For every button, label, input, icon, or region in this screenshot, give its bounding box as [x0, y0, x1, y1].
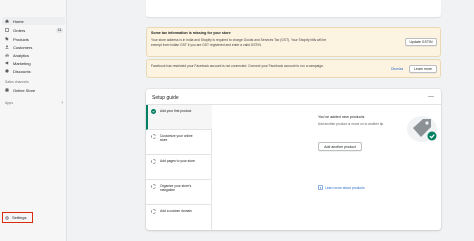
sidebar-item-label: Home — [13, 18, 24, 24]
tag-icon — [5, 37, 9, 41]
sidebar-item-label: Analytics — [13, 52, 30, 58]
facebook-banner: Facebook has restricted your Facebook ac… — [146, 59, 441, 78]
top-card — [146, 0, 441, 17]
sidebar-item-products[interactable]: Products — [2, 35, 65, 43]
panel-title: You've added new products — [318, 115, 365, 119]
sidebar-item-label: Online Store — [13, 87, 36, 93]
sidebar-item-settings[interactable]: Settings — [2, 212, 33, 223]
empty-circle-icon — [151, 159, 156, 164]
home-icon — [5, 19, 9, 23]
sidebar-item-analytics[interactable]: Analytics — [2, 51, 65, 59]
tax-banner-title: Some tax information is missing for your… — [151, 31, 231, 35]
check-circle-icon — [151, 109, 156, 114]
step-label: Customize your online store — [160, 134, 193, 143]
empty-circle-icon — [151, 184, 156, 189]
sidebar-item-label: Settings — [12, 215, 27, 220]
tax-info-banner: Some tax information is missing for your… — [146, 27, 441, 57]
facebook-banner-text: Facebook has restricted your Facebook ac… — [151, 64, 324, 68]
sidebar-item-label: Marketing — [13, 60, 31, 66]
sidebar-item-customers[interactable]: Customers — [2, 43, 65, 51]
step-organize-navigation[interactable]: Organize your store's navigation — [146, 180, 212, 205]
sidebar-item-online-store[interactable]: Online Store — [2, 86, 65, 94]
apps-label: Apps — [5, 101, 13, 105]
marketing-icon — [5, 61, 9, 65]
learn-more-button[interactable]: Learn more — [409, 65, 437, 73]
panel-text: Add another product or move on to anothe… — [318, 122, 385, 126]
tax-banner-text: Your store address is in India and Shopi… — [151, 38, 327, 47]
dismiss-button[interactable]: Dismiss — [391, 67, 403, 71]
sidebar-item-label: Orders — [13, 27, 26, 33]
sidebar-item-label: Discounts — [13, 68, 31, 74]
step-label: Add a custom domain — [160, 209, 192, 213]
sidebar-item-discounts[interactable]: Discounts — [2, 67, 65, 75]
sidebar-item-label: Products — [13, 36, 29, 42]
sidebar-item-label: Customers — [13, 44, 33, 50]
gear-icon — [5, 215, 9, 220]
product-tag-illustration — [405, 114, 439, 144]
update-gstin-button[interactable]: Update GSTIN — [405, 38, 437, 46]
store-icon — [5, 88, 9, 92]
info-icon — [318, 185, 323, 190]
step-add-first-product[interactable]: Add your first product — [146, 105, 212, 130]
analytics-icon — [5, 53, 9, 57]
step-label: Organize your store's navigation — [160, 184, 192, 193]
add-app-icon[interactable]: › — [61, 100, 63, 106]
sidebar-item-orders[interactable]: Orders 11 — [2, 26, 65, 34]
sales-channels-heading: Sales channels — [5, 80, 63, 84]
discount-icon — [5, 69, 9, 73]
apps-heading[interactable]: Apps › — [5, 100, 63, 106]
collapse-button[interactable]: — — [428, 94, 434, 100]
sidebar-item-home[interactable]: Home — [2, 17, 65, 25]
step-customize-store[interactable]: Customize your online store — [146, 130, 212, 155]
setup-guide-card: Setup guide — Add your first product Cus… — [146, 89, 441, 230]
sidebar-item-marketing[interactable]: Marketing — [2, 59, 65, 67]
step-label: Add your first product — [160, 109, 192, 113]
orders-count-badge: 11 — [56, 27, 63, 33]
step-add-pages[interactable]: Add pages to your store — [146, 155, 212, 180]
sidebar: Home Orders 11 Products Customers Analyt… — [0, 0, 67, 241]
learn-more-products-link[interactable]: Learn more about products — [318, 185, 365, 190]
empty-circle-icon — [151, 209, 156, 214]
add-another-product-button[interactable]: Add another product — [318, 142, 362, 151]
orders-icon — [5, 28, 9, 32]
learn-more-link-text: Learn more about products — [325, 185, 365, 190]
step-add-domain[interactable]: Add a custom domain — [146, 205, 212, 230]
empty-circle-icon — [151, 134, 156, 139]
step-label: Add pages to your store — [160, 159, 196, 163]
main-content: Some tax information is missing for your… — [68, 0, 474, 241]
setup-steps-list: Add your first product Customize your on… — [146, 105, 212, 230]
sales-channels-label: Sales channels — [5, 80, 29, 84]
person-icon — [5, 45, 9, 49]
setup-guide-title: Setup guide — [152, 95, 179, 101]
